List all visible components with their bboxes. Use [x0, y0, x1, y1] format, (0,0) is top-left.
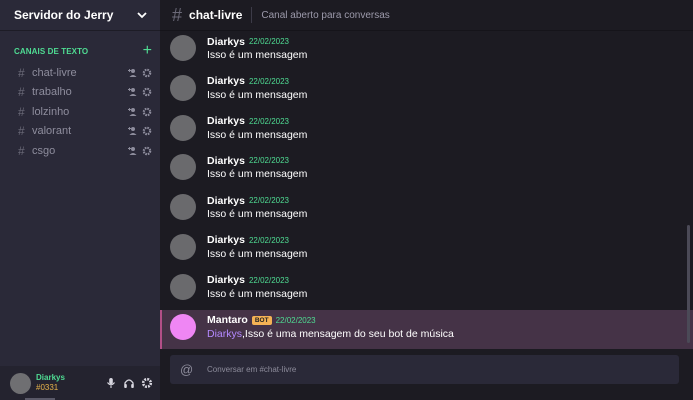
message-text: Isso é um mensagem: [207, 168, 308, 181]
hash-icon: #: [172, 4, 183, 25]
user-name: Diarkys: [36, 373, 65, 382]
section-title: CANAIS DE TEXTO: [14, 46, 89, 56]
avatar[interactable]: [170, 273, 196, 300]
sidebar-item-valorant[interactable]: # valorant: [0, 122, 160, 142]
avatar[interactable]: [10, 372, 31, 394]
list-item: Diarkys 22/02/2023 Isso é um mensagem: [160, 71, 693, 111]
add-member-icon[interactable]: [128, 107, 138, 117]
channel-title: chat-livre: [189, 8, 243, 22]
user-panel: Diarkys #0331: [0, 366, 160, 400]
sidebar: Servidor do Jerry CANAIS DE TEXTO + # ch…: [0, 0, 160, 400]
user-info: Diarkys #0331: [36, 373, 105, 393]
add-member-icon[interactable]: [128, 146, 138, 156]
channel-list: # chat-livre # trabalho # lolzinho # val…: [0, 63, 160, 161]
avatar[interactable]: [170, 35, 196, 61]
channel-name: chat-livre: [32, 66, 77, 79]
user-tag: #0331: [36, 383, 59, 392]
headphones-icon[interactable]: [123, 377, 135, 389]
message-text: Isso é um mensagem: [207, 88, 308, 101]
message-date: 22/02/2023: [248, 116, 289, 126]
gear-icon[interactable]: [142, 68, 152, 78]
message-author[interactable]: Mantaro: [207, 314, 248, 326]
message-date: 22/02/2023: [248, 156, 289, 166]
app-window: Servidor do Jerry CANAIS DE TEXTO + # ch…: [0, 0, 693, 400]
channel-name: lolzinho: [32, 105, 70, 118]
gear-icon[interactable]: [142, 87, 152, 97]
avatar[interactable]: [170, 194, 196, 221]
list-item: Diarkys 22/02/2023 Isso é um mensagem: [160, 150, 693, 190]
avatar[interactable]: [170, 74, 196, 101]
message-author[interactable]: Diarkys: [207, 115, 245, 127]
list-item: Diarkys 22/02/2023 Isso é um mensagem: [160, 230, 693, 270]
chat-area: # chat-livre Canal aberto para conversas…: [160, 0, 693, 400]
message-text: Isso é um mensagem: [207, 49, 308, 61]
gear-icon[interactable]: [142, 107, 152, 117]
hash-icon: #: [18, 85, 25, 100]
scrollbar[interactable]: [687, 225, 690, 343]
chevron-down-icon[interactable]: [136, 9, 148, 21]
at-icon[interactable]: @: [180, 362, 207, 377]
message-text: Isso é um mensagem: [207, 128, 308, 141]
message-input[interactable]: [207, 365, 669, 374]
gear-icon[interactable]: [142, 146, 152, 156]
channel-topic: Canal aberto para conversas: [261, 9, 390, 21]
message-date: 22/02/2023: [248, 196, 289, 206]
gear-icon[interactable]: [142, 126, 152, 136]
message-author[interactable]: Diarkys: [207, 75, 245, 87]
message-date: 22/02/2023: [275, 315, 316, 325]
message-author[interactable]: Diarkys: [207, 274, 245, 286]
microphone-icon[interactable]: [105, 377, 117, 389]
avatar[interactable]: [170, 154, 196, 181]
message-text: Isso é um mensagem: [207, 208, 308, 221]
gear-icon[interactable]: [141, 377, 153, 389]
message-author[interactable]: Diarkys: [207, 155, 245, 167]
list-item: Diarkys 22/02/2023 Isso é um mensagem: [160, 111, 693, 151]
server-name: Servidor do Jerry: [14, 8, 114, 22]
divider: [251, 7, 253, 23]
message-date: 22/02/2023: [248, 275, 289, 285]
avatar[interactable]: [170, 114, 196, 141]
hash-icon: #: [18, 124, 25, 139]
add-member-icon[interactable]: [128, 68, 138, 78]
plus-icon[interactable]: +: [143, 43, 152, 59]
message-author[interactable]: Diarkys: [207, 195, 245, 207]
message-date: 22/02/2023: [248, 235, 289, 245]
sidebar-item-csgo[interactable]: # csgo: [0, 141, 160, 161]
message-text: Isso é um mensagem: [207, 247, 308, 260]
message-author[interactable]: Diarkys: [207, 234, 245, 246]
message-date: 22/02/2023: [248, 37, 289, 46]
message-date: 22/02/2023: [248, 76, 289, 86]
sidebar-item-trabalho[interactable]: # trabalho: [0, 83, 160, 103]
message-list: Diarkys 22/02/2023 Isso é um mensagem Di…: [160, 31, 693, 350]
channel-header: # chat-livre Canal aberto para conversas: [160, 0, 693, 31]
channel-name: trabalho: [32, 86, 72, 99]
sidebar-item-chat-livre[interactable]: # chat-livre: [0, 63, 160, 83]
server-header[interactable]: Servidor do Jerry: [0, 0, 160, 31]
avatar[interactable]: [170, 313, 196, 340]
hash-icon: #: [18, 143, 25, 158]
message-text: Isso é um mensagem: [207, 287, 308, 300]
text-channels-section: CANAIS DE TEXTO +: [0, 43, 160, 59]
add-member-icon[interactable]: [128, 126, 138, 136]
hash-icon: #: [18, 104, 25, 119]
message-composer: @: [170, 355, 679, 384]
sidebar-item-lolzinho[interactable]: # lolzinho: [0, 102, 160, 122]
channel-name: csgo: [32, 144, 56, 157]
user-mention[interactable]: Diarkys: [207, 328, 242, 340]
avatar[interactable]: [170, 233, 196, 260]
bot-badge: BOT: [251, 315, 272, 325]
channel-name: valorant: [32, 125, 72, 138]
list-item: Diarkys 22/02/2023 Isso é um mensagem: [160, 190, 693, 230]
message-author[interactable]: Diarkys: [207, 36, 245, 48]
message-content: ,Isso é uma mensagem do seu bot de músic…: [242, 327, 454, 340]
list-item: Diarkys 22/02/2023 Isso é um mensagem: [160, 31, 693, 71]
list-item: Diarkys 22/02/2023 Isso é um mensagem: [160, 270, 693, 310]
bot-message: Mantaro BOT 22/02/2023 Diarkys,Isso é um…: [160, 309, 693, 350]
hash-icon: #: [18, 65, 25, 80]
message-text: Diarkys,Isso é uma mensagem do seu bot d…: [207, 328, 454, 340]
add-member-icon[interactable]: [128, 87, 138, 97]
